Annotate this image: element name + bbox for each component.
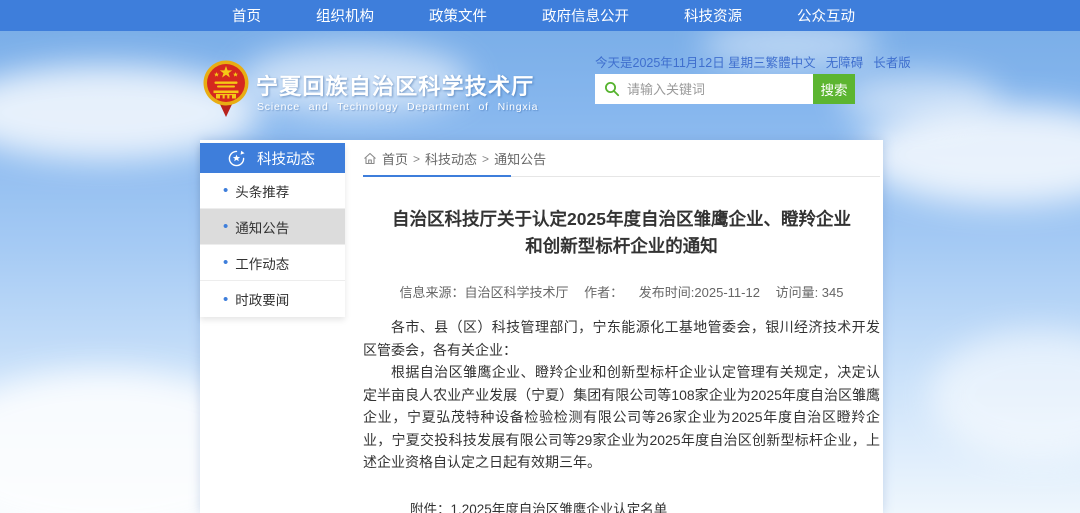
article-title: 自治区科技厅关于认定2025年度自治区雏鹰企业、瞪羚企业 和创新型标杆企业的通知 [363,206,880,260]
home-icon [363,152,377,165]
attachments-label: 附件： [410,499,451,513]
bullet-icon: • [223,292,228,307]
nav-item-public-interaction[interactable]: 公众互动 [797,5,855,26]
meta-publish-time: 发布时间:2025-11-12 [639,285,760,300]
article-paragraph: 各市、县（区）科技管理部门，宁东能源化工基地管委会，银川经济技术开发区管委会，各… [363,316,880,361]
sidebar-item-notices[interactable]: • 通知公告 [200,209,345,245]
sidebar-item-label: 时政要闻 [235,289,289,309]
cloud [840,72,1000,127]
sidebar-item-headline-picks[interactable]: • 头条推荐 [200,173,345,209]
bullet-icon: • [223,219,228,234]
link-traditional-chinese[interactable]: 繁體中文 [766,52,816,71]
sidebar-item-work-updates[interactable]: • 工作动态 [200,245,345,281]
sidebar-title: 科技动态 [257,148,315,169]
cloud [930,330,1080,460]
meta-visit-count: 访问量: 345 [776,285,844,300]
sidebar-header: 科技动态 [200,143,345,173]
nav-item-gov-info-disclosure[interactable]: 政府信息公开 [542,5,629,26]
search-input[interactable] [595,74,813,104]
sidebar-item-label: 工作动态 [235,253,289,273]
article-meta: 信息来源：自治区科学技术厅 作者： 发布时间:2025-11-12 访问量: 3… [363,282,880,301]
top-navigation: 首页 组织机构 政策文件 政府信息公开 科技资源 公众互动 [0,0,1080,31]
sidebar-item-label: 头条推荐 [235,181,289,201]
breadcrumb-separator: > [482,152,489,166]
link-elder-version[interactable]: 长者版 [873,52,911,71]
breadcrumb-notices[interactable]: 通知公告 [494,149,546,168]
nav-item-tech-resources[interactable]: 科技资源 [684,5,742,26]
search-icon [604,81,620,97]
breadcrumb-separator: > [413,152,420,166]
nav-item-home[interactable]: 首页 [232,5,261,26]
sidebar-menu: • 头条推荐 • 通知公告 • 工作动态 • 时政要闻 [200,173,345,317]
meta-author: 作者： [584,285,623,300]
breadcrumb-divider [363,176,880,177]
tech-news-section-icon [228,150,245,167]
sidebar-item-current-politics[interactable]: • 时政要闻 [200,281,345,317]
national-emblem-icon [203,60,249,118]
bullet-icon: • [223,183,228,198]
article-title-line1: 自治区科技厅关于认定2025年度自治区雏鹰企业、瞪羚企业 [392,209,851,229]
article-title-line2: 和创新型标杆企业的通知 [525,236,718,256]
search-button[interactable]: 搜索 [813,74,855,104]
breadcrumb-home[interactable]: 首页 [382,149,408,168]
attachment-link-eagle-list[interactable]: 1.2025年度自治区雏鹰企业认定名单 [451,499,708,513]
site-subtitle-en: Science and Technology Department of Nin… [257,101,538,113]
bullet-icon: • [223,255,228,270]
article-paragraph: 根据自治区雏鹰企业、瞪羚企业和创新型标杆企业认定管理有关规定，决定认定半亩良人农… [363,361,880,474]
current-date: 今天是2025年11月12日 星期三 [595,52,766,71]
article-area: 首页 > 科技动态 > 通知公告 自治区科技厅关于认定2025年度自治区雏鹰企业… [363,140,880,513]
meta-source: 信息来源：自治区科学技术厅 [400,285,569,300]
sidebar: 科技动态 • 头条推荐 • 通知公告 • 工作动态 • 时政要闻 [200,143,345,317]
breadcrumb: 首页 > 科技动态 > 通知公告 [363,149,880,168]
header-info-row: 今天是2025年11月12日 星期三 繁體中文 无障碍 长者版 [595,52,873,71]
nav-item-policy-documents[interactable]: 政策文件 [429,5,487,26]
site-title: 宁夏回族自治区科学技术厅 [256,69,534,101]
search-bar: 搜索 [595,74,855,104]
content-panel: 科技动态 • 头条推荐 • 通知公告 • 工作动态 • 时政要闻 [200,140,883,513]
attachments-block: 附件： 1.2025年度自治区雏鹰企业认定名单 2.2025年度自治区瞪羚企业认… [410,499,880,513]
link-accessibility[interactable]: 无障碍 [826,52,864,71]
nav-item-organization[interactable]: 组织机构 [316,5,374,26]
breadcrumb-tech-news[interactable]: 科技动态 [425,149,477,168]
sidebar-item-label: 通知公告 [235,217,289,237]
article-body: 各市、县（区）科技管理部门，宁东能源化工基地管委会，银川经济技术开发区管委会，各… [363,316,880,474]
